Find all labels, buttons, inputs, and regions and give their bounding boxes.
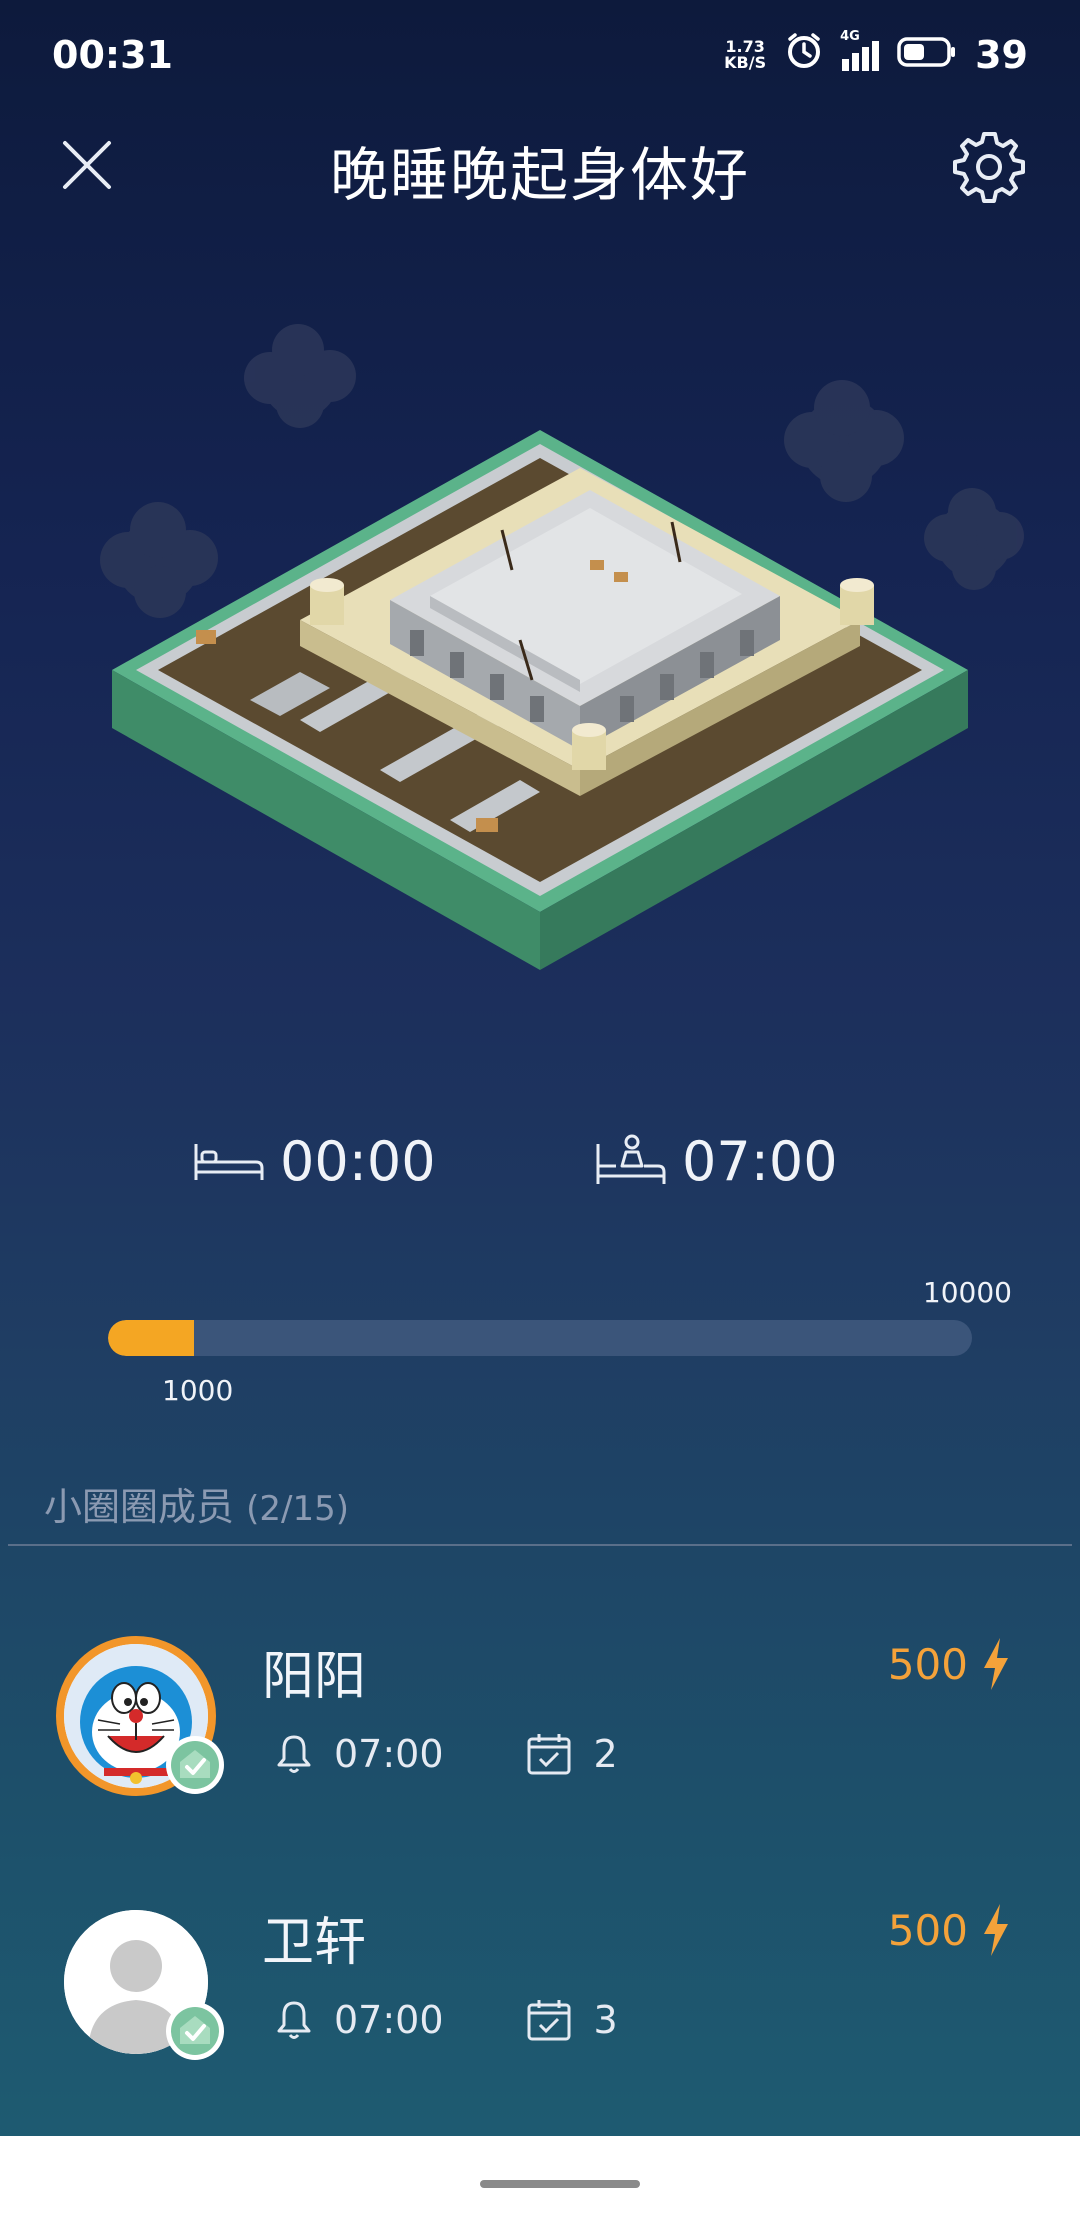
alarm-info: 07:00 [276, 1998, 444, 2042]
members-count: (2/15) [246, 1489, 349, 1529]
house-check-icon [171, 1741, 219, 1789]
building-scene [0, 300, 1080, 1000]
member-meta: 07:00 2 [276, 1732, 618, 1776]
close-icon [63, 141, 111, 189]
checkin-days: 2 [593, 1732, 618, 1776]
energy-value: 500 [887, 1639, 968, 1689]
verified-badge [166, 1736, 224, 1794]
alarm-info: 07:00 [276, 1732, 444, 1776]
home-indicator[interactable] [480, 2180, 640, 2188]
wake-time-value: 07:00 [682, 1130, 838, 1193]
progress-max-label: 10000 [922, 1276, 1012, 1309]
member-row[interactable]: 卫轩 500 07:00 3 [0, 1886, 1080, 2126]
avatar-container[interactable] [56, 1902, 224, 2070]
checkin-days-info: 3 [526, 1998, 618, 2042]
calendar-check-icon [527, 1734, 571, 1775]
page-title: 晚睡晚起身体好 [329, 141, 750, 209]
net-speed: 1.73 KB/S [724, 37, 767, 72]
checkin-days-info: 2 [526, 1732, 618, 1776]
gear-icon [953, 132, 1025, 203]
sleep-schedule: 00:00 07:00 [0, 1130, 1080, 1210]
bell-icon [277, 2001, 311, 2039]
member-row[interactable]: 阳阳 500 07:00 2 [0, 1620, 1080, 1860]
wake-time-display: 07:00 [594, 1130, 838, 1193]
progress-fill [108, 1320, 195, 1356]
lightning-icon [984, 1904, 1008, 1956]
battery-icon [897, 33, 957, 77]
energy-progress: 10000 1000 [0, 1270, 1080, 1420]
members-section-header: 小圈圈成员 (2/15) [44, 1476, 349, 1531]
system-nav-bar [0, 2136, 1080, 2232]
member-energy: 500 [888, 1638, 1010, 1690]
calendar-check-icon [527, 2000, 571, 2041]
energy-value: 500 [887, 1905, 968, 1955]
avatar-container[interactable] [56, 1636, 224, 1804]
status-icons: 1.73 KB/S 4G 39 [724, 29, 1028, 80]
bed-icon [194, 1143, 264, 1180]
battery-level: 39 [975, 33, 1028, 77]
status-bar: 00:31 1.73 KB/S 4G 39 [0, 0, 1080, 110]
settings-button[interactable] [944, 122, 1034, 212]
bedtime-display: 00:00 [192, 1130, 436, 1193]
member-meta: 07:00 3 [276, 1998, 618, 2042]
members-label: 小圈圈成员 [44, 1485, 235, 1529]
lightning-icon [984, 1638, 1008, 1690]
member-name: 阳阳 [262, 1647, 367, 1707]
app-header: 晚睡晚起身体好 [0, 110, 1080, 230]
signal-icon: 4G [840, 29, 880, 71]
section-divider [8, 1544, 1072, 1546]
alarm-time: 07:00 [334, 1732, 444, 1776]
wake-up-icon [596, 1134, 666, 1184]
house-check-icon [171, 2007, 219, 2055]
member-energy: 500 [888, 1904, 1010, 1956]
member-name: 卫轩 [262, 1913, 367, 1973]
progress-current-label: 1000 [162, 1374, 234, 1407]
alarm-status-icon [784, 31, 824, 80]
alarm-time: 07:00 [334, 1998, 444, 2042]
bedtime-value: 00:00 [280, 1130, 436, 1193]
checkin-days: 3 [593, 1998, 618, 2042]
status-time: 00:31 [52, 33, 173, 77]
bell-icon [277, 1735, 311, 1773]
progress-track [108, 1320, 972, 1356]
verified-badge [166, 2002, 224, 2060]
close-button[interactable] [52, 130, 122, 200]
